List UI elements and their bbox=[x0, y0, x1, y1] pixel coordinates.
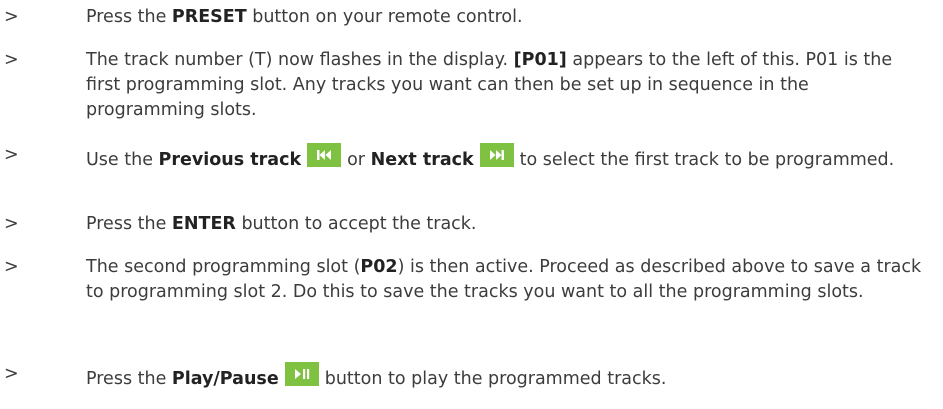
step-text: Press the ENTER button to accept the tra… bbox=[86, 214, 477, 234]
step-text: Press the Play/Pause button to play the p… bbox=[86, 362, 926, 392]
next-track-icon bbox=[479, 143, 514, 167]
step-text: Press the PRESET button on your remote c… bbox=[86, 7, 523, 27]
step-text: The second programming slot (P02) is the… bbox=[86, 257, 922, 302]
next-track-label: Next track bbox=[370, 150, 474, 170]
step-marker: > bbox=[4, 214, 19, 234]
play-pause-label: Play/Pause bbox=[171, 369, 279, 389]
step-text: The track number (T) now flashes in the … bbox=[86, 50, 893, 120]
play-pause-icon bbox=[284, 362, 319, 386]
step-text: Use the Previous track or Next track to se… bbox=[86, 143, 926, 173]
instruction-page: > Press the PRESET button on your remote… bbox=[0, 0, 943, 409]
step-marker: > bbox=[4, 364, 19, 384]
step-marker: > bbox=[4, 7, 19, 27]
enter-label: ENTER bbox=[171, 214, 236, 234]
step-marker: > bbox=[4, 145, 19, 165]
step-marker: > bbox=[4, 257, 19, 277]
preset-label: PRESET bbox=[171, 7, 247, 27]
previous-track-icon bbox=[307, 143, 342, 167]
p01-label: [P01] bbox=[513, 50, 567, 70]
p02-label: P02 bbox=[360, 257, 398, 277]
step-marker: > bbox=[4, 50, 19, 70]
previous-track-label: Previous track bbox=[158, 150, 302, 170]
